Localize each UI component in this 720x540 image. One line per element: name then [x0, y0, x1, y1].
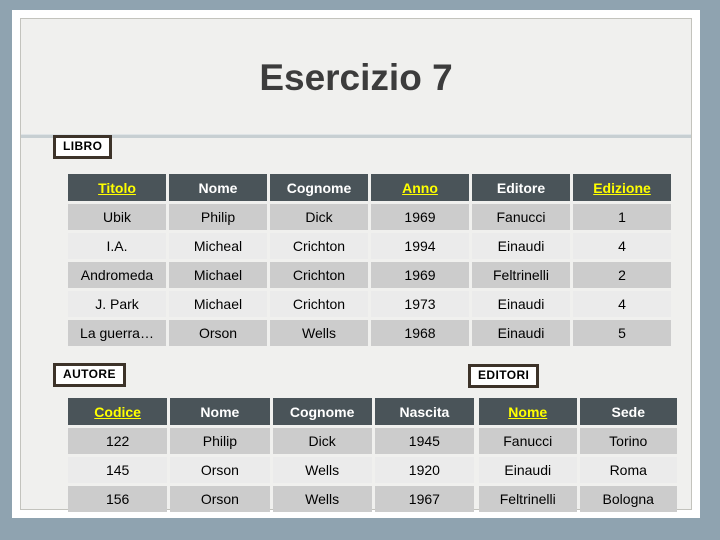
table-editori-head: Nome Sede [479, 398, 677, 425]
cell-nascita: 1967 [374, 486, 474, 512]
table-row[interactable]: J. Park Michael Crichton 1973 Einaudi 4 [68, 291, 671, 317]
column-header-nome[interactable]: Nome [169, 174, 267, 201]
cell-editore: Fanucci [472, 204, 570, 230]
table-row[interactable]: 156 Orson Wells 1967 [68, 486, 474, 512]
cell-codice: 122 [68, 428, 168, 454]
table-editori-body: Fanucci Torino Einaudi Roma Feltrinelli … [479, 428, 677, 512]
cell-nome: Fanucci [479, 428, 577, 454]
entity-label-autore: AUTORE [53, 363, 126, 387]
cell-nascita: 1945 [374, 428, 474, 454]
page-title: Esercizio 7 [259, 57, 453, 98]
cell-cognome: Crichton [270, 291, 368, 317]
cell-titolo: I.A. [68, 233, 166, 259]
cell-cognome: Crichton [270, 262, 368, 288]
cell-anno: 1994 [371, 233, 469, 259]
cell-codice: 145 [68, 457, 168, 483]
cell-cognome: Wells [270, 320, 368, 346]
table-row[interactable]: 145 Orson Wells 1920 [68, 457, 474, 483]
cell-edizione: 2 [573, 262, 671, 288]
column-header-edizione[interactable]: Edizione [573, 174, 671, 201]
table-row[interactable]: Einaudi Roma [479, 457, 677, 483]
cell-anno: 1968 [371, 320, 469, 346]
cell-nome: Feltrinelli [479, 486, 577, 512]
table-row[interactable]: Andromeda Michael Crichton 1969 Feltrine… [68, 262, 671, 288]
column-header-codice[interactable]: Codice [68, 398, 168, 425]
column-header-editore[interactable]: Editore [472, 174, 570, 201]
cell-sede: Bologna [579, 486, 677, 512]
table-header-row: Titolo Nome Cognome Anno Editore Edizion… [68, 174, 671, 201]
table-editori: Nome Sede Fanucci Torino Einaudi Roma Fe… [476, 395, 680, 515]
column-header-titolo[interactable]: Titolo [68, 174, 166, 201]
cell-edizione: 4 [573, 291, 671, 317]
cell-cognome: Dick [272, 428, 372, 454]
cell-sede: Torino [579, 428, 677, 454]
table-libro-body: Ubik Philip Dick 1969 Fanucci 1 I.A. Mic… [68, 204, 671, 346]
cell-nome: Philip [170, 428, 270, 454]
cell-edizione: 1 [573, 204, 671, 230]
cell-editore: Einaudi [472, 233, 570, 259]
cell-edizione: 5 [573, 320, 671, 346]
cell-titolo: Ubik [68, 204, 166, 230]
column-header-nascita[interactable]: Nascita [374, 398, 474, 425]
table-libro: Titolo Nome Cognome Anno Editore Edizion… [65, 171, 674, 349]
slide-canvas: Esercizio 7 LIBRO Titolo Nome Cognome An… [20, 18, 692, 512]
cell-anno: 1969 [371, 262, 469, 288]
cell-nome: Orson [170, 486, 270, 512]
cell-nome: Micheal [169, 233, 267, 259]
table-header-row: Codice Nome Cognome Nascita [68, 398, 474, 425]
table-autore-body: 122 Philip Dick 1945 145 Orson Wells 192… [68, 428, 474, 512]
table-row[interactable]: Fanucci Torino [479, 428, 677, 454]
cell-cognome: Crichton [270, 233, 368, 259]
cell-nome: Orson [169, 320, 267, 346]
table-autore: Codice Nome Cognome Nascita 122 Philip D… [65, 395, 477, 515]
cell-titolo: J. Park [68, 291, 166, 317]
table-row[interactable]: Ubik Philip Dick 1969 Fanucci 1 [68, 204, 671, 230]
cell-nome: Orson [170, 457, 270, 483]
cell-anno: 1969 [371, 204, 469, 230]
cell-nome: Michael [169, 262, 267, 288]
table-header-row: Nome Sede [479, 398, 677, 425]
table-row[interactable]: La guerra… Orson Wells 1968 Einaudi 5 [68, 320, 671, 346]
table-row[interactable]: Feltrinelli Bologna [479, 486, 677, 512]
table-row[interactable]: I.A. Micheal Crichton 1994 Einaudi 4 [68, 233, 671, 259]
cell-cognome: Wells [272, 486, 372, 512]
cell-edizione: 4 [573, 233, 671, 259]
cell-editore: Einaudi [472, 320, 570, 346]
cell-nascita: 1920 [374, 457, 474, 483]
table-libro-head: Titolo Nome Cognome Anno Editore Edizion… [68, 174, 671, 201]
cell-titolo: La guerra… [68, 320, 166, 346]
column-header-anno[interactable]: Anno [371, 174, 469, 201]
cell-editore: Einaudi [472, 291, 570, 317]
slide-frame: Esercizio 7 LIBRO Titolo Nome Cognome An… [12, 10, 700, 518]
table-autore-head: Codice Nome Cognome Nascita [68, 398, 474, 425]
cell-titolo: Andromeda [68, 262, 166, 288]
cell-nome: Einaudi [479, 457, 577, 483]
column-header-nome[interactable]: Nome [170, 398, 270, 425]
column-header-cognome[interactable]: Cognome [270, 174, 368, 201]
column-header-sede[interactable]: Sede [579, 398, 677, 425]
cell-codice: 156 [68, 486, 168, 512]
column-header-nome[interactable]: Nome [479, 398, 577, 425]
cell-anno: 1973 [371, 291, 469, 317]
title-divider [21, 134, 691, 138]
cell-nome: Michael [169, 291, 267, 317]
table-row[interactable]: 122 Philip Dick 1945 [68, 428, 474, 454]
entity-label-editori: EDITORI [468, 364, 540, 388]
cell-cognome: Wells [272, 457, 372, 483]
cell-sede: Roma [579, 457, 677, 483]
entity-label-libro: LIBRO [53, 135, 113, 159]
cell-nome: Philip [169, 204, 267, 230]
cell-editore: Feltrinelli [472, 262, 570, 288]
cell-cognome: Dick [270, 204, 368, 230]
column-header-cognome[interactable]: Cognome [272, 398, 372, 425]
